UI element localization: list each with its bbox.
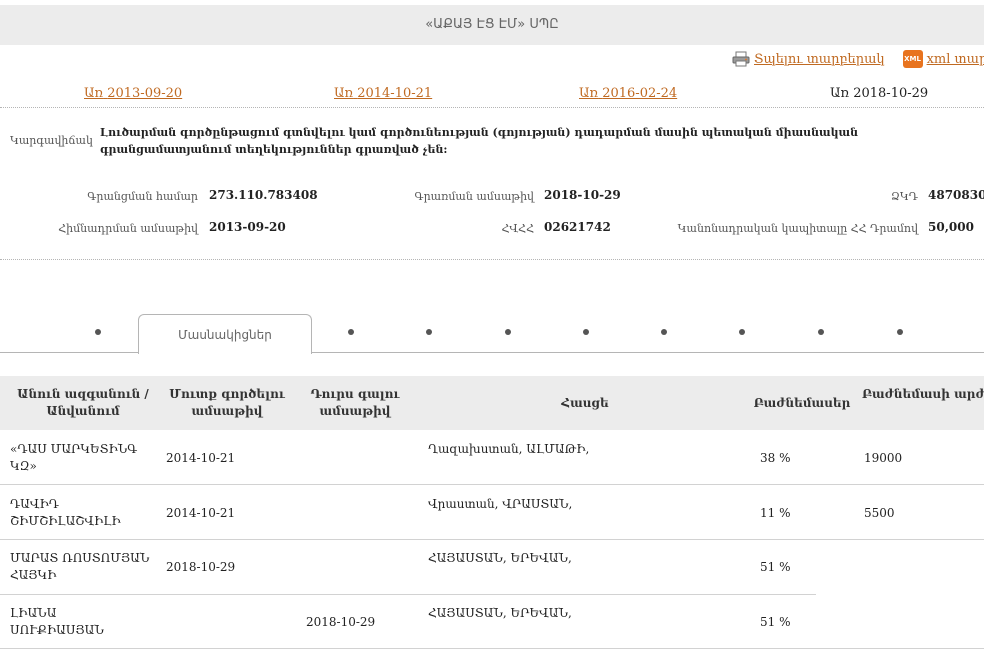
- row-2-share-value: 5500: [864, 506, 895, 520]
- status-label: Կարգավիճակ: [10, 134, 93, 147]
- row-1-address: Ղազախստան, ԱԼՄԱԹԻ,: [428, 442, 590, 456]
- row-4-address: ՀԱՅԱՍՏԱՆ, ԵՐԵՎԱՆ,: [428, 606, 572, 620]
- tab-dot[interactable]: [348, 329, 354, 335]
- divider: [0, 107, 984, 108]
- tin-label: ՀՎՀՀ: [501, 222, 534, 235]
- participants-table-header: Անուն ազգանուն / Անվանում Մուտք գործելու…: [0, 376, 984, 430]
- tab-dot[interactable]: [426, 329, 432, 335]
- reg-number-value: 273.110.783408: [209, 188, 318, 202]
- header-name: Անուն ազգանուն / Անվանում: [17, 387, 149, 418]
- reg-number-label: Գրանցման համար: [87, 190, 198, 203]
- tab-dot[interactable]: [505, 329, 511, 335]
- tab-dot[interactable]: [95, 329, 101, 335]
- row-divider: [0, 539, 984, 540]
- founding-date-value: 2013-09-20: [209, 220, 286, 234]
- row-1-entry-date: 2014-10-21: [166, 451, 236, 465]
- row-2-share: 11 %: [760, 506, 791, 520]
- tab-dot[interactable]: [739, 329, 745, 335]
- row-divider: [0, 594, 816, 595]
- tab-dot[interactable]: [661, 329, 667, 335]
- row-1-share: 38 %: [760, 451, 791, 465]
- row-3-address: ՀԱՅԱՍՏԱՆ, ԵՐԵՎԱՆ,: [428, 551, 572, 565]
- printer-icon[interactable]: [732, 51, 750, 67]
- row-3-share: 51 %: [760, 560, 791, 574]
- row-1-name: «ԴԱՍ ՄԱՐԿԵՏԻՆԳ ԿԶ»: [10, 442, 138, 473]
- xml-version-link[interactable]: xml տարբերակ: [927, 52, 984, 67]
- tab-dot[interactable]: [818, 329, 824, 335]
- date-link-2013-09-20[interactable]: Առ 2013-09-20: [84, 86, 182, 101]
- row-4-share: 51 %: [760, 615, 791, 629]
- row-2-name: ԴԱՎԻԴ ՇԻՄՇԻԼԱՇՎԻԼԻ: [10, 497, 121, 528]
- code-value: 48708301: [928, 188, 984, 202]
- header-share: Բաժնեմասեր: [753, 396, 851, 410]
- header-address: Հասցե: [561, 396, 609, 410]
- tin-value: 02621742: [544, 220, 611, 234]
- date-history: Առ 2013-09-20 Առ 2014-10-21 Առ 2016-02-2…: [0, 86, 984, 106]
- xml-icon[interactable]: XML: [902, 50, 923, 68]
- record-date-label: Գրառման ամսաթիվ: [414, 190, 535, 203]
- tab-participants[interactable]: Մասնակիցներ: [138, 314, 312, 354]
- row-2-address: Վրաստան, ՎՐԱՍՏԱՆ,: [428, 497, 573, 511]
- capital-label: Կանոնադրական կապիտալը ՀՀ Դրամով: [677, 222, 918, 235]
- row-divider: [0, 484, 984, 485]
- row-2-entry-date: 2014-10-21: [166, 506, 236, 520]
- divider: [0, 259, 984, 260]
- print-version-link[interactable]: Տպելու տարբերակ: [754, 52, 885, 67]
- current-date: Առ 2018-10-29: [830, 86, 929, 101]
- page-title: «ԱՔԱՅ ԷՑ ԷՄ» ՍՊԸ: [0, 5, 984, 45]
- row-4-name: ԼԻԱՆԱ ՍՈՒՔԻԱՍՅԱՆ: [10, 606, 104, 637]
- date-link-2016-02-24[interactable]: Առ 2016-02-24: [579, 86, 677, 101]
- row-1-share-value: 19000: [864, 451, 903, 465]
- header-exit-date: Դուրս գալու ամսաթիվ: [310, 387, 400, 418]
- row-divider: [0, 648, 984, 649]
- row-3-entry-date: 2018-10-29: [166, 560, 236, 574]
- tab-dot[interactable]: [897, 329, 903, 335]
- founding-date-label: Հիմնադրման ամսաթիվ: [58, 222, 198, 235]
- capital-value: 50,000: [928, 220, 974, 234]
- export-actions: Տպելու տարբերակ XML xml տարբերակ: [732, 50, 984, 68]
- record-date-value: 2018-10-29: [544, 188, 621, 202]
- date-link-2014-10-21[interactable]: Առ 2014-10-21: [334, 86, 432, 101]
- header-entry-date: Մուտք գործելու ամսաթիվ: [169, 387, 285, 418]
- code-label: ՁԿԴ: [890, 190, 918, 203]
- status-value: Լուծարման գործընթացում գտնվելու կամ գործ…: [100, 126, 859, 156]
- row-4-exit-date: 2018-10-29: [306, 615, 376, 629]
- row-3-name: ՄԱՐԱՏ ՌՈՍՏՈՄՅԱՆ ՀԱՅԿԻ: [10, 551, 150, 582]
- tab-dot[interactable]: [583, 329, 589, 335]
- header-share-value: Բաժնեմասի արժեքը ՀՀ Դրամով: [862, 387, 984, 401]
